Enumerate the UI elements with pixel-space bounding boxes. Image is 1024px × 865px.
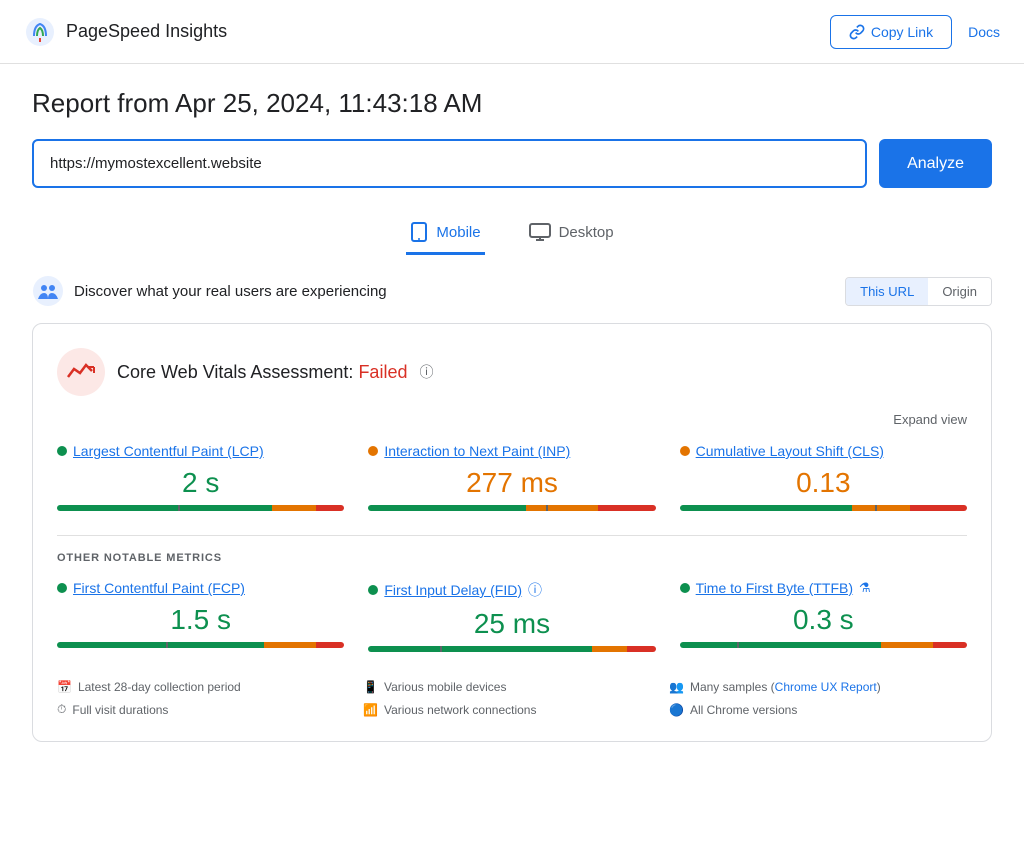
footer-visit-durations: ⏱ Full visit durations <box>57 702 355 717</box>
timer-icon: ⏱ <box>57 702 66 717</box>
header: PageSpeed Insights Copy Link Docs <box>0 0 1024 64</box>
tab-mobile[interactable]: Mobile <box>406 212 484 255</box>
chrome-ux-report-link[interactable]: Chrome UX Report <box>775 680 877 694</box>
metric-lcp: Largest Contentful Paint (LCP) 2 s <box>57 443 344 515</box>
tab-desktop[interactable]: Desktop <box>525 212 618 255</box>
footer-mobile-devices: 📱 Various mobile devices <box>363 680 661 694</box>
mobile-devices-icon: 📱 <box>363 680 378 694</box>
metric-inp: Interaction to Next Paint (INP) 277 ms <box>368 443 655 515</box>
analyze-button[interactable]: Analyze <box>879 139 992 188</box>
ttfb-progress <box>680 642 967 648</box>
mobile-icon <box>410 222 428 242</box>
docs-link[interactable]: Docs <box>968 24 1000 40</box>
header-right: Copy Link Docs <box>830 15 1000 49</box>
fid-link[interactable]: First Input Delay (FID) <box>384 582 522 598</box>
copy-link-button[interactable]: Copy Link <box>830 15 952 49</box>
fid-value: 25 ms <box>368 608 655 640</box>
fcp-value: 1.5 s <box>57 604 344 636</box>
fid-dot <box>368 585 378 595</box>
chrome-icon: 🔵 <box>669 703 684 717</box>
ttfb-dot <box>680 583 690 593</box>
metric-ttfb: Time to First Byte (TTFB) ⚗ 0.3 s <box>680 580 967 656</box>
ttfb-label: Time to First Byte (TTFB) ⚗ <box>680 580 967 596</box>
expand-view[interactable]: Expand view <box>57 412 967 427</box>
main-content: Report from Apr 25, 2024, 11:43:18 AM An… <box>0 64 1024 774</box>
calendar-icon: 📅 <box>57 680 72 694</box>
inp-label: Interaction to Next Paint (INP) <box>368 443 655 459</box>
device-tabs: Mobile Desktop <box>32 212 992 255</box>
desktop-icon <box>529 223 551 241</box>
inp-dot <box>368 446 378 456</box>
network-icon: 📶 <box>363 703 378 717</box>
section-divider <box>57 535 967 536</box>
footer-chrome-versions: 🔵 All Chrome versions <box>669 702 967 717</box>
cls-progress <box>680 505 967 511</box>
inp-progress <box>368 505 655 511</box>
fcp-marker <box>166 642 168 648</box>
cwv-header: Core Web Vitals Assessment: Failed ⓘ <box>57 348 967 396</box>
inp-link[interactable]: Interaction to Next Paint (INP) <box>384 443 570 459</box>
lcp-label: Largest Contentful Paint (LCP) <box>57 443 344 459</box>
cwv-help-icon[interactable]: ⓘ <box>419 362 433 382</box>
fcp-dot <box>57 583 67 593</box>
url-input[interactable] <box>32 139 867 188</box>
main-metrics-grid: Largest Contentful Paint (LCP) 2 s Inter… <box>57 443 967 515</box>
tab-mobile-label: Mobile <box>436 224 480 241</box>
ttfb-experimental-icon: ⚗ <box>859 580 871 596</box>
inp-value: 277 ms <box>368 467 655 499</box>
ttfb-link[interactable]: Time to First Byte (TTFB) <box>696 580 853 596</box>
footer-collection-period: 📅 Latest 28-day collection period <box>57 680 355 694</box>
cwv-icon-wrapper <box>57 348 105 396</box>
other-metrics-grid: First Contentful Paint (FCP) 1.5 s First <box>57 580 967 656</box>
cwv-status: Failed <box>358 362 407 382</box>
real-users-bar: Discover what your real users are experi… <box>32 275 992 307</box>
fid-marker <box>440 646 442 652</box>
tab-desktop-label: Desktop <box>559 224 614 241</box>
lcp-link[interactable]: Largest Contentful Paint (LCP) <box>73 443 264 459</box>
metric-cls: Cumulative Layout Shift (CLS) 0.13 <box>680 443 967 515</box>
cls-dot <box>680 446 690 456</box>
cls-marker <box>875 505 877 511</box>
ttfb-value: 0.3 s <box>680 604 967 636</box>
fid-info-icon[interactable]: ⓘ <box>528 580 542 600</box>
app-title: PageSpeed Insights <box>66 21 227 42</box>
cls-value: 0.13 <box>680 467 967 499</box>
people-icon <box>32 275 64 307</box>
metric-fcp: First Contentful Paint (FCP) 1.5 s <box>57 580 344 656</box>
origin-toggle[interactable]: Origin <box>928 278 991 305</box>
fid-label: First Input Delay (FID) ⓘ <box>368 580 655 600</box>
real-users-left: Discover what your real users are experi… <box>32 275 387 307</box>
header-left: PageSpeed Insights <box>24 16 227 48</box>
footer-network: 📶 Various network connections <box>363 702 661 717</box>
pagespeed-logo-icon <box>24 16 56 48</box>
ttfb-marker <box>737 642 739 648</box>
lcp-value: 2 s <box>57 467 344 499</box>
fcp-label: First Contentful Paint (FCP) <box>57 580 344 596</box>
url-bar: Analyze <box>32 139 992 188</box>
cls-link[interactable]: Cumulative Layout Shift (CLS) <box>696 443 884 459</box>
url-origin-toggle: This URL Origin <box>845 277 992 306</box>
cwv-failed-icon <box>66 361 96 383</box>
metric-fid: First Input Delay (FID) ⓘ 25 ms <box>368 580 655 656</box>
copy-link-label: Copy Link <box>871 24 933 40</box>
lcp-progress <box>57 505 344 511</box>
report-date: Report from Apr 25, 2024, 11:43:18 AM <box>32 88 992 119</box>
footer-info: 📅 Latest 28-day collection period 📱 Vari… <box>57 680 967 717</box>
fid-progress <box>368 646 655 652</box>
cls-label: Cumulative Layout Shift (CLS) <box>680 443 967 459</box>
lcp-marker <box>178 505 180 511</box>
metrics-card: Core Web Vitals Assessment: Failed ⓘ Exp… <box>32 323 992 742</box>
cwv-title: Core Web Vitals Assessment: Failed <box>117 362 407 383</box>
fcp-progress <box>57 642 344 648</box>
real-users-text: Discover what your real users are experi… <box>74 283 387 300</box>
this-url-toggle[interactable]: This URL <box>846 278 928 305</box>
footer-samples: 👥 Many samples (Chrome UX Report) <box>669 680 967 694</box>
link-icon <box>849 24 865 40</box>
other-metrics-label: OTHER NOTABLE METRICS <box>57 552 967 564</box>
lcp-dot <box>57 446 67 456</box>
fcp-link[interactable]: First Contentful Paint (FCP) <box>73 580 245 596</box>
samples-icon: 👥 <box>669 680 684 694</box>
